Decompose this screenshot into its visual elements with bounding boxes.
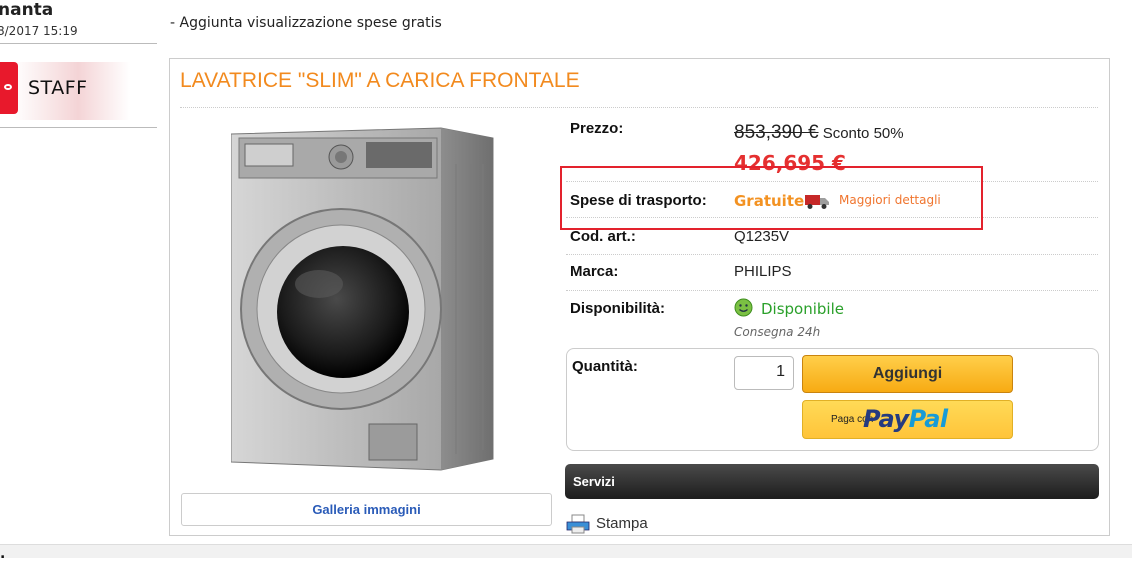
divider <box>0 127 157 128</box>
product-title: LAVATRICE "SLIM" A CARICA FRONTALE <box>180 69 580 92</box>
post-author[interactable]: nanta <box>0 0 53 20</box>
paypal-logo: PayPal <box>863 405 948 433</box>
print-link[interactable]: Stampa <box>596 515 648 532</box>
divider <box>566 254 1098 255</box>
availability-value: Disponibile <box>761 300 844 318</box>
bottom-bar <box>0 544 1132 558</box>
discount-text: Sconto 50% <box>822 125 904 142</box>
quantity-input[interactable]: 1 <box>734 356 794 390</box>
paypal-button[interactable]: Paga con PayPal <box>802 400 1013 439</box>
availability-label: Disponibilità: <box>570 300 665 317</box>
code-value: Q1235V <box>734 228 790 245</box>
quantity-label: Quantità: <box>572 358 638 375</box>
brand-label: Marca: <box>570 263 619 280</box>
divider <box>0 43 157 44</box>
staff-badge-mark <box>0 62 18 114</box>
highlight-box <box>560 166 983 230</box>
printer-icon <box>566 514 590 534</box>
old-price: 853,390 € <box>734 122 819 143</box>
price-label: Prezzo: <box>570 120 624 137</box>
divider <box>180 107 1098 108</box>
divider <box>566 290 1098 291</box>
add-to-cart-button[interactable]: Aggiungi <box>802 355 1013 393</box>
staff-badge: STAFF <box>0 62 130 120</box>
code-label: Cod. art.: <box>570 228 636 245</box>
staff-badge-label: STAFF <box>28 77 88 99</box>
brand-value: PHILIPS <box>734 263 792 280</box>
post-message: - Aggiunta visualizzazione spese gratis <box>170 15 442 31</box>
post-date: 8/2017 15:19 <box>0 24 78 38</box>
smiley-icon <box>734 298 753 317</box>
delivery-note: Consegna 24h <box>734 325 821 339</box>
washing-machine-illustration <box>230 127 494 471</box>
gallery-button[interactable]: Galleria immagini <box>181 493 552 526</box>
services-header[interactable]: Servizi <box>565 464 1099 499</box>
product-image[interactable] <box>230 124 503 472</box>
price-block: 853,390 € Sconto 50% <box>734 122 904 144</box>
bottom-fragment: . <box>0 546 6 562</box>
